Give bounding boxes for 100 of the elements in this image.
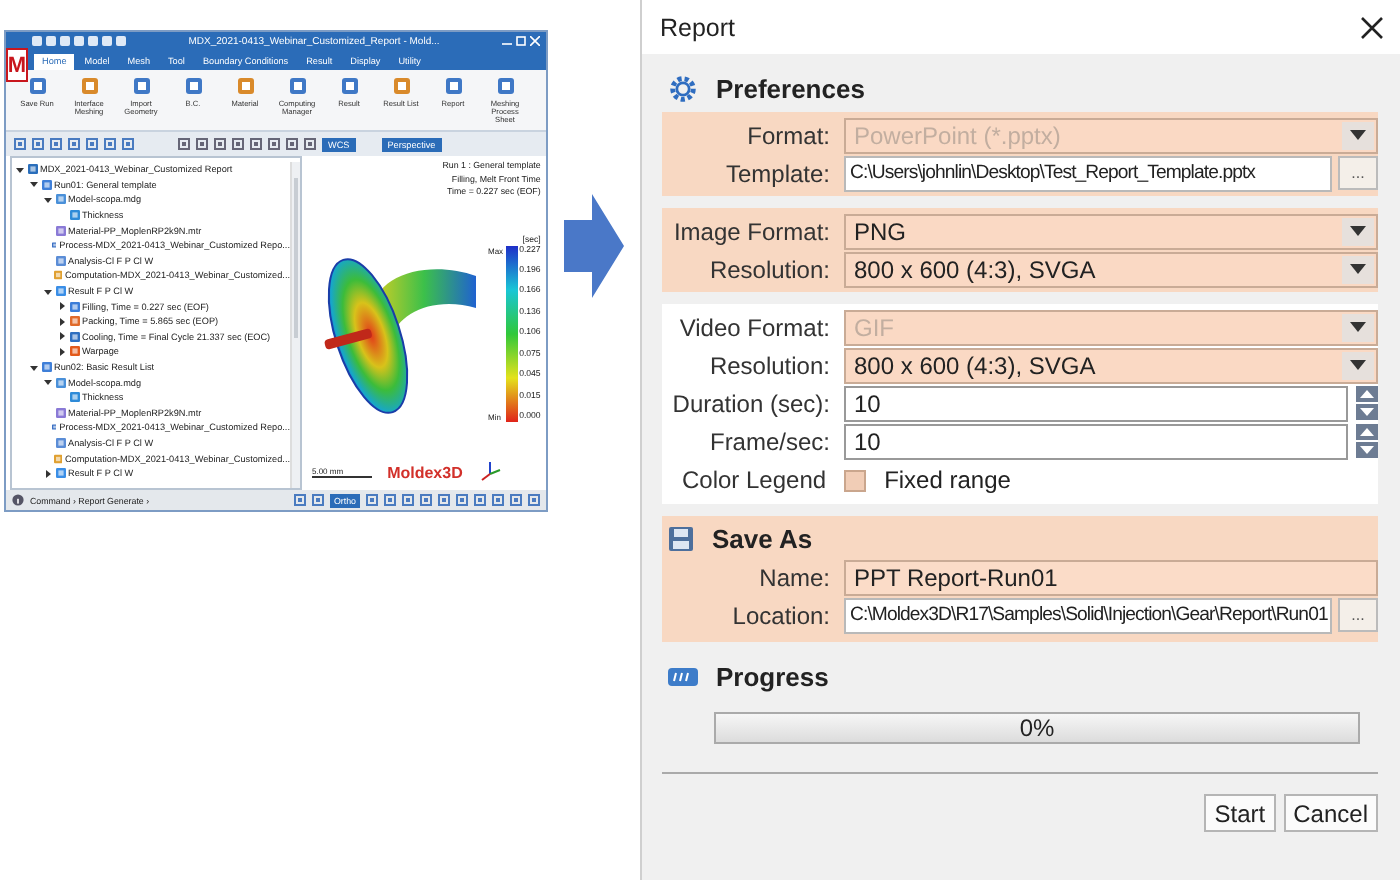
field-label: Duration (sec): (670, 389, 830, 417)
tree-node-icon (51, 240, 57, 251)
collapse-arrow-icon[interactable] (30, 180, 38, 189)
toolbar-icon[interactable] (178, 138, 190, 150)
tool-icon (391, 76, 411, 96)
toolbar-icon[interactable] (14, 138, 26, 150)
tool-icon (339, 76, 359, 96)
collapse-arrow-icon[interactable] (44, 378, 52, 387)
toolbar-icon[interactable] (104, 138, 116, 150)
field-label: Name: (757, 563, 830, 591)
field-label: Frame/sec: (707, 427, 830, 455)
dropdown-arrow-icon (1350, 360, 1366, 370)
dialog-button[interactable]: Start (1204, 794, 1276, 832)
number-field[interactable]: 10 (844, 423, 1348, 459)
tree-node-icon (55, 407, 65, 418)
tree-node-icon (55, 377, 65, 388)
browse-button[interactable]: ... (1338, 598, 1378, 632)
tree-node-icon (69, 316, 79, 327)
tree-node-icon (69, 346, 79, 357)
tool-icon (443, 76, 463, 96)
axis-triad-icon (478, 460, 503, 484)
toolbar-icon[interactable] (122, 138, 134, 150)
toolbar-icon[interactable] (438, 494, 450, 506)
toolbar-icon[interactable] (250, 138, 262, 150)
tree-node-icon (69, 301, 79, 312)
tool-icon (287, 76, 307, 96)
collapse-arrow-icon[interactable] (16, 165, 24, 174)
toolbar-icon[interactable] (268, 138, 280, 150)
field-label: Location: (730, 601, 830, 629)
toolbar-icon[interactable] (528, 494, 540, 506)
dropdown-arrow-icon (1350, 264, 1366, 274)
spin-down-icon[interactable] (1356, 404, 1378, 420)
dropdown-arrow-icon (1350, 226, 1366, 236)
toolbar-icon[interactable] (402, 494, 414, 506)
toolbar-icon[interactable] (286, 138, 298, 150)
collapse-arrow-icon[interactable] (30, 363, 38, 372)
toolbar-icon[interactable] (232, 138, 244, 150)
dropdown-arrow-icon (1350, 130, 1366, 140)
browse-button[interactable]: ... (1338, 156, 1378, 190)
dropdown[interactable]: PNG (844, 213, 1378, 249)
tree-node-icon (55, 194, 65, 205)
spin-up-icon[interactable] (1356, 386, 1378, 402)
dropdown-arrow-icon (1350, 322, 1366, 332)
close-icon[interactable] (1360, 15, 1384, 39)
field-label: Color Legend (682, 466, 827, 494)
tree-node-icon (55, 437, 65, 448)
tree-node-icon (41, 179, 51, 190)
dropdown[interactable]: 800 x 600 (4:3), SVGA (844, 251, 1378, 287)
tool-icon (235, 76, 255, 96)
dropdown[interactable]: 800 x 600 (4:3), SVGA (844, 347, 1378, 383)
dialog-button[interactable]: Cancel (1283, 794, 1378, 832)
toolbar-icon[interactable] (294, 494, 307, 506)
toolbar-icon[interactable] (474, 494, 486, 506)
expand-arrow-icon[interactable] (58, 302, 66, 311)
expand-arrow-icon[interactable] (44, 469, 52, 478)
toolbar-icon[interactable] (492, 494, 504, 506)
toolbar-icon[interactable] (366, 494, 378, 506)
progress-icon (668, 668, 698, 686)
save-icon (668, 526, 694, 552)
input-field[interactable]: PPT Report-Run01 (844, 559, 1378, 595)
path-field[interactable]: C:\Moldex3D\R17\Samples\Solid\Injection\Gear\Report\Run01 (844, 597, 1332, 633)
toolbar-icon[interactable] (214, 138, 226, 150)
checkbox-label: Fixed range (884, 466, 1011, 494)
spin-up-icon[interactable] (1356, 424, 1378, 440)
maximize-icon[interactable] (516, 36, 526, 46)
expand-arrow-icon[interactable] (58, 332, 66, 341)
toolbar-icon[interactable] (456, 494, 468, 506)
expand-arrow-icon[interactable] (58, 347, 66, 356)
path-field[interactable]: C:\Users\johnlin\Desktop\Test_Report_Template.pptx (844, 155, 1332, 191)
block-arrow-drawing (564, 194, 624, 298)
toolbar-icon[interactable] (32, 138, 44, 150)
app-logo: M (6, 48, 28, 82)
toolbar-icon[interactable] (384, 494, 396, 506)
scrollbar[interactable] (290, 162, 300, 488)
tool-icon (183, 76, 203, 96)
tree-node-icon (41, 362, 51, 373)
tree-node-icon (55, 286, 65, 297)
settings-icon (668, 74, 698, 104)
tool-icon (495, 76, 515, 96)
toolbar-icon[interactable] (50, 138, 62, 150)
toolbar-icon[interactable] (68, 138, 80, 150)
toolbar-icon[interactable] (304, 138, 316, 150)
progress-text: 0% (1019, 714, 1055, 742)
tree-node-icon (55, 225, 65, 236)
expand-arrow-icon[interactable] (58, 317, 66, 326)
spin-down-icon[interactable] (1356, 442, 1378, 458)
toolbar-icon[interactable] (86, 138, 98, 150)
checkbox[interactable] (844, 469, 867, 491)
toolbar-icon[interactable] (420, 494, 432, 506)
tool-icon (79, 76, 99, 96)
number-field[interactable]: 10 (844, 385, 1348, 421)
tree-node-icon (51, 422, 57, 433)
toolbar-icon[interactable] (196, 138, 208, 150)
toolbar-icon[interactable] (510, 494, 522, 506)
field-label: Resolution: (707, 351, 830, 379)
field-label: Image Format: (671, 217, 830, 245)
collapse-arrow-icon[interactable] (44, 195, 52, 204)
section-heading: Preferences (716, 74, 865, 104)
collapse-arrow-icon[interactable] (44, 287, 52, 296)
toolbar-icon[interactable] (312, 494, 325, 506)
